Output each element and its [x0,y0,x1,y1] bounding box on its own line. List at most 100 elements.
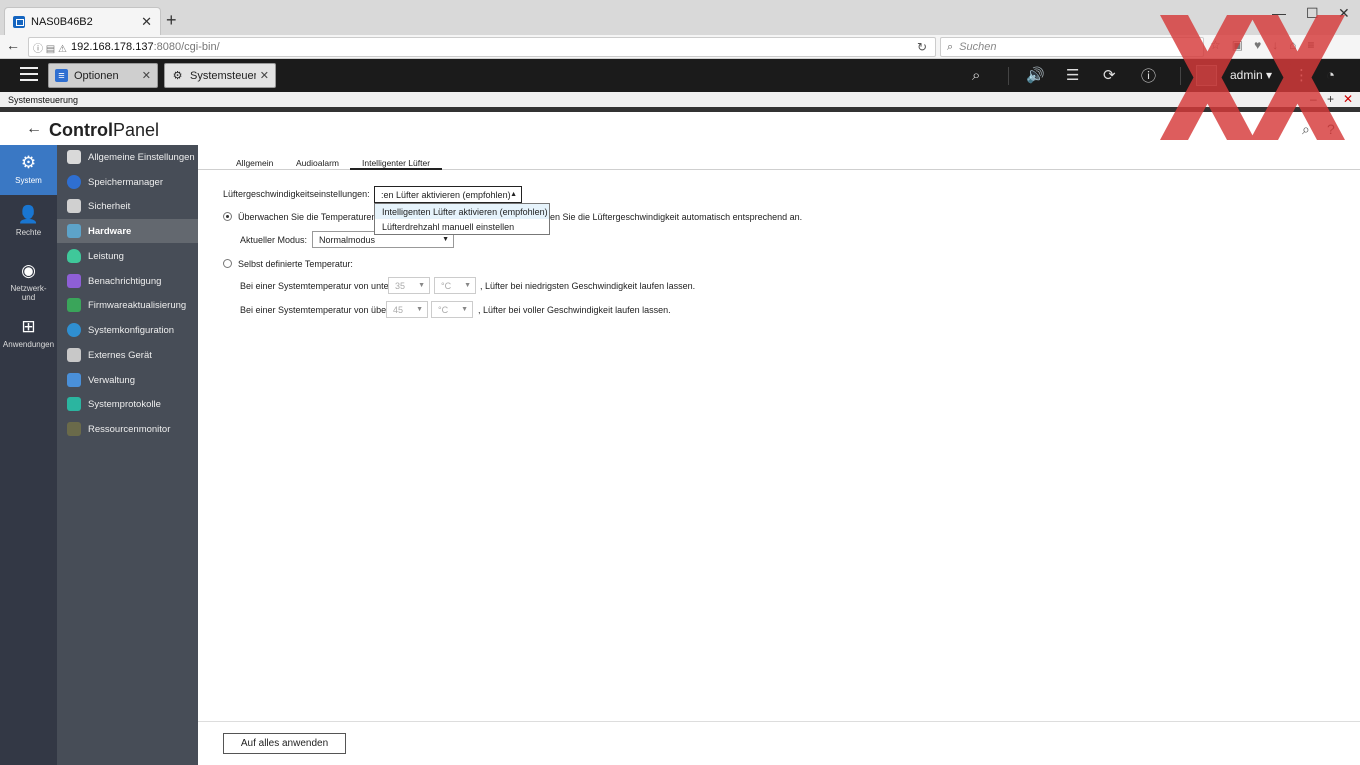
info-icon[interactable]: ⓘ [1141,64,1156,86]
chevron-down-icon: ▼ [461,306,468,313]
chevron-down-icon: ▼ [418,282,425,289]
option-manual-fan[interactable]: Lüfterdrehzahl manuell einstellen [375,219,549,234]
help-icon[interactable]: ? [1327,121,1335,137]
close-tab-icon[interactable]: ✕ [141,14,152,30]
qts-tab-optionen[interactable]: ≡ Optionen ✕ [48,63,158,88]
sidebar-item-hardware[interactable]: Hardware [57,219,198,243]
storage-icon [67,175,81,189]
radio-auto-monitor[interactable] [223,212,232,221]
radio-custom-temperature[interactable] [223,259,232,268]
globe-icon: ◉ [21,261,36,280]
minimize-icon[interactable]: – [1310,92,1317,107]
sidebar-item-ressourcenmonitor[interactable]: Ressourcenmonitor [57,417,198,441]
sync-icon[interactable]: ⟳ [1103,64,1116,86]
sidebar-item-sicherheit[interactable]: Sicherheit [57,194,198,218]
dashboard-gauge-icon[interactable]: ◔ [1326,64,1335,86]
sidebar-item-speichermanager[interactable]: Speichermanager [57,170,198,194]
monitor-text-start: Überwachen Sie die Temperaturen w [238,212,386,222]
close-window-icon[interactable]: ✕ [1338,5,1350,22]
avatar[interactable] [1196,65,1217,86]
close-tab-icon[interactable]: ✕ [260,69,269,82]
power-icon [67,249,81,263]
reload-icon[interactable]: ↻ [917,40,927,54]
gear-icon: ⚙ [20,153,37,172]
qts-tab-systemsteuerung[interactable]: ⚙ Systemsteueru... ✕ [164,63,276,88]
logs-icon [67,397,81,411]
close-icon[interactable]: ✕ [1343,92,1353,107]
browser-nav-bar: ← ⓘ ▤ ⚠ 192.168.178.137 :8080/cgi-bin/ ↻… [0,35,1360,59]
rail-item-system[interactable]: ⚙ System [0,145,57,195]
low-temp-select[interactable]: 35 ▼ [388,277,430,294]
more-options-icon[interactable]: ⋮ [1294,64,1309,86]
tasks-icon[interactable]: ☰ [1066,64,1079,86]
sidebar-item-allgemeine-einstellungen[interactable]: Allgemeine Einstellungen [57,145,198,169]
window-title-bar: Systemsteuerung – + ✕ [0,92,1360,107]
close-tab-icon[interactable]: ✕ [142,69,151,82]
fan-setting-dropdown: Intelligenten Lüfter aktivieren (empfohl… [374,203,550,235]
low-unit-select[interactable]: °C ▼ [434,277,476,294]
new-tab-icon[interactable]: + [166,11,177,29]
high-temp-prefix: Bei einer Systemtemperatur von über [240,305,390,315]
high-unit-select[interactable]: °C ▼ [431,301,473,318]
monitor-text-end: en Sie die Lüftergeschwindigkeit automat… [550,212,803,222]
home-icon[interactable]: ⌂ [1289,38,1296,52]
search-placeholder: Suchen [959,41,997,53]
search-icon[interactable]: ⌕ [1302,121,1310,138]
browser-back-icon[interactable]: ← [6,37,20,53]
monitor-icon [67,373,81,387]
rail-item-netzwerk[interactable]: ◉ Netzwerk- und [0,261,57,307]
minimize-window-icon[interactable]: — [1272,5,1286,21]
fan-setting-label: Lüftergeschwindigkeitseinstellungen: [223,189,370,199]
browser-tab-title: NAS0B46B2 [31,15,93,28]
browser-search-input[interactable]: ⌕ Suchen [940,37,1204,57]
sidebar-item-benachrichtigung[interactable]: Benachrichtigung [57,269,198,293]
user-icon: 👤 [17,205,40,224]
pocket-icon[interactable]: ♥ [1254,38,1261,52]
sidebar-item-leistung[interactable]: Leistung [57,244,198,268]
config-icon [67,323,81,337]
chevron-down-icon: ▼ [416,306,423,313]
qts-top-bar: ≡ Optionen ✕ ⚙ Systemsteueru... ✕ ⌕ 🔊 ☰ … [0,59,1360,92]
chevron-down-icon: ▼ [464,282,471,289]
window-title: Systemsteuerung [8,95,79,105]
user-menu[interactable]: admin ▾ [1230,68,1272,82]
control-panel-header: ← ControlPanel ⌕ ? [0,112,1360,145]
main-menu-icon[interactable] [20,67,38,81]
sidebar-item-systemkonfiguration[interactable]: Systemkonfiguration [57,318,198,342]
high-temp-select[interactable]: 45 ▼ [386,301,428,318]
tab-allgemein[interactable]: Allgemein [236,158,273,170]
apply-all-button[interactable]: Auf alles anwenden [223,733,346,754]
options-icon: ≡ [55,69,68,82]
browser-tab[interactable]: NAS0B46B2 ✕ [4,7,161,35]
rail-item-rechte[interactable]: 👤 Rechte [0,205,57,245]
maximize-window-icon[interactable]: ☐ [1306,5,1319,22]
bookmark-star-icon[interactable]: ☆ [1210,38,1221,52]
menu-icon[interactable]: ≡ [1307,38,1314,52]
sidebar-item-externes-geraet[interactable]: Externes Gerät [57,343,198,367]
browser-toolbar-icons: ☆ ▣ ♥ ↓ ⌂ ≡ [1210,38,1315,52]
back-arrow-icon[interactable]: ← [26,120,42,138]
rail-item-anwendungen[interactable]: ⊞ Anwendungen [0,317,57,357]
sidebar-item-verwaltung[interactable]: Verwaltung [57,368,198,392]
nas-favicon-icon [13,15,25,28]
sidebar-item-firmwareaktualisierung[interactable]: Firmwareaktualisierung [57,293,198,317]
search-icon[interactable]: ⌕ [972,64,980,86]
tab-audioalarm[interactable]: Audioalarm [296,158,339,170]
option-intelligent-fan[interactable]: Intelligenten Lüfter aktivieren (empfohl… [375,204,549,219]
fan-setting-select[interactable]: :en Lüfter aktivieren (empfohlen) ▲ [374,186,522,203]
sidebar-item-systemprotokolle[interactable]: Systemprotokolle [57,392,198,416]
bookmarks-icon[interactable]: ▣ [1232,38,1243,52]
maximize-icon[interactable]: + [1327,92,1334,107]
notification-icon [67,274,81,288]
category-rail: ⚙ System 👤 Rechte ◉ Netzwerk- und ⊞ Anwe… [0,145,57,765]
custom-temperature-label: Selbst definierte Temperatur: [238,259,353,269]
browser-tab-bar: NAS0B46B2 ✕ + — ☐ ✕ [0,0,1360,35]
footer-divider [198,721,1360,722]
tab-intelligenter-luefter[interactable]: Intelligenter Lüfter [350,158,443,170]
site-info-icon[interactable]: ⓘ ▤ ⚠ [33,40,67,55]
url-bar[interactable]: ⓘ ▤ ⚠ 192.168.178.137 :8080/cgi-bin/ ↻ [28,37,936,57]
tab-bar: Allgemein Audioalarm Intelligenter Lüfte… [198,155,1360,170]
chevron-up-icon: ▲ [510,191,517,198]
download-icon[interactable]: ↓ [1272,38,1278,52]
volume-icon[interactable]: 🔊 [1026,64,1045,86]
